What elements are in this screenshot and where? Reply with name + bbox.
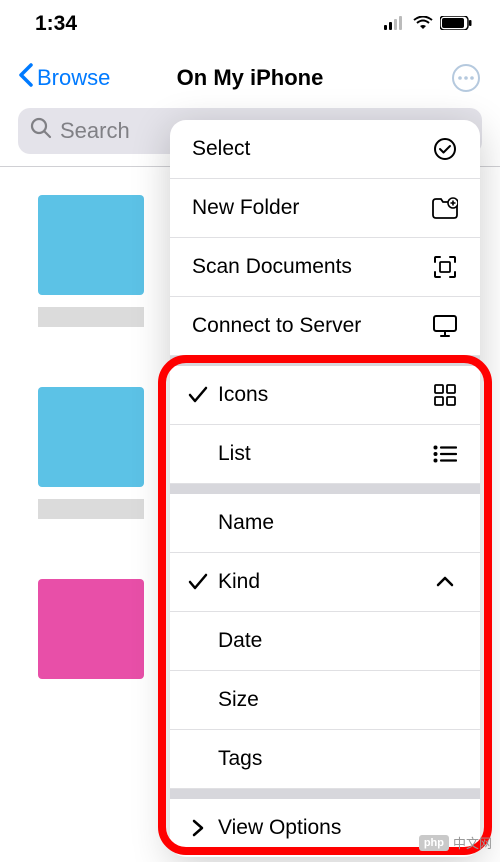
watermark-badge: php (419, 835, 449, 851)
context-menu: Select New Folder Scan Documents Connect… (170, 120, 480, 857)
status-time: 1:34 (35, 12, 77, 36)
menu-connect-server[interactable]: Connect to Server (170, 297, 480, 356)
menu-scan-documents[interactable]: Scan Documents (170, 238, 480, 297)
file-thumbnail[interactable] (38, 195, 144, 295)
chevron-up-icon (432, 576, 458, 588)
checkmark-icon (186, 573, 210, 591)
menu-label: Tags (218, 747, 458, 771)
menu-label: Name (218, 511, 458, 535)
menu-sort-tags[interactable]: Tags (170, 730, 480, 789)
menu-new-folder[interactable]: New Folder (170, 179, 480, 238)
status-bar: 1:34 (0, 0, 500, 44)
menu-sort-name[interactable]: Name (170, 494, 480, 553)
signal-icon (384, 12, 406, 36)
menu-label: List (218, 442, 432, 466)
menu-view-list[interactable]: List (170, 425, 480, 484)
menu-view-icons[interactable]: Icons (170, 366, 480, 425)
menu-sort-date[interactable]: Date (170, 612, 480, 671)
menu-label: Icons (218, 383, 432, 407)
menu-select[interactable]: Select (170, 120, 480, 179)
watermark: php 中文网 (419, 833, 492, 852)
search-placeholder: Search (60, 118, 130, 144)
menu-label: Kind (218, 570, 432, 594)
menu-label: Date (218, 629, 458, 653)
menu-sort-kind[interactable]: Kind (170, 553, 480, 612)
checkmark-icon (186, 386, 210, 404)
check-circle-icon (432, 137, 458, 161)
page-title: On My iPhone (177, 65, 324, 91)
menu-separator (170, 356, 480, 366)
more-button[interactable] (450, 62, 482, 94)
scan-icon (432, 255, 458, 279)
wifi-icon (413, 12, 433, 36)
search-icon (30, 117, 52, 145)
watermark-text: 中文网 (453, 833, 492, 852)
file-thumbnail[interactable] (38, 579, 144, 679)
menu-label: Connect to Server (192, 314, 432, 338)
back-button[interactable]: Browse (18, 63, 110, 93)
file-label (38, 499, 144, 519)
nav-bar: Browse On My iPhone (0, 44, 500, 108)
chevron-left-icon (18, 63, 34, 93)
menu-label: Size (218, 688, 458, 712)
server-icon (432, 314, 458, 338)
menu-sort-size[interactable]: Size (170, 671, 480, 730)
file-thumbnail[interactable] (38, 387, 144, 487)
folder-plus-icon (432, 197, 458, 219)
battery-icon (440, 12, 472, 36)
list-icon (432, 445, 458, 463)
menu-label: Select (192, 137, 432, 161)
status-icons (384, 12, 472, 36)
ellipsis-circle-icon (451, 63, 481, 93)
menu-label: New Folder (192, 196, 432, 220)
file-label (38, 307, 144, 327)
menu-separator (170, 789, 480, 799)
background-content (0, 195, 160, 691)
menu-label: Scan Documents (192, 255, 432, 279)
chevron-right-icon (186, 819, 210, 837)
grid-icon (432, 384, 458, 406)
menu-separator (170, 484, 480, 494)
back-label: Browse (37, 65, 110, 91)
